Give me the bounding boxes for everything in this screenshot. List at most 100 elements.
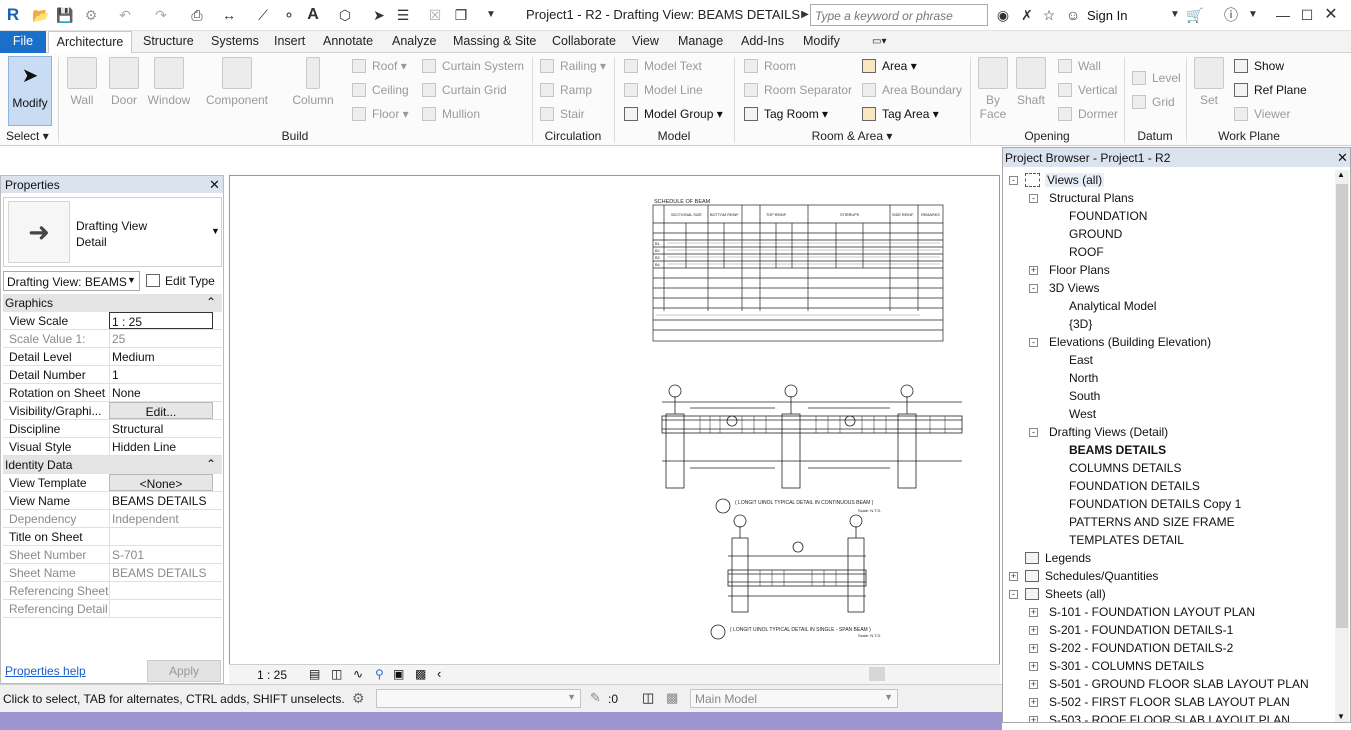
tab-architecture[interactable]: Architecture [48, 31, 132, 54]
property-value[interactable]: <None> [109, 474, 213, 491]
tag-icon[interactable]: ⚬ [280, 6, 298, 24]
browser-group-item[interactable]: Sheets (all) [1045, 587, 1106, 601]
property-value[interactable]: BEAMS DETAILS [109, 564, 213, 581]
expand-toggle-icon[interactable]: + [1029, 266, 1038, 275]
tab-add-ins[interactable]: Add-Ins [741, 31, 784, 53]
property-row[interactable]: Discipline Structural [3, 420, 222, 438]
ribbon-toggle-icon[interactable]: ▭▾ [872, 31, 886, 53]
redo-icon[interactable]: ↷ [152, 6, 170, 24]
aligned-dimension-icon[interactable]: ⟋ [254, 6, 272, 24]
select-panel-dropdown[interactable]: Select ▾ [6, 129, 56, 143]
sign-in-link[interactable]: Sign In [1087, 8, 1127, 23]
mullion-button[interactable]: Mullion [422, 107, 480, 121]
property-value[interactable]: 1 [109, 366, 213, 383]
browser-group-item[interactable]: Elevations (Building Elevation) [1049, 335, 1211, 349]
property-row[interactable]: Visual Style Hidden Line [3, 438, 222, 456]
property-row[interactable]: Referencing Sheet [3, 582, 222, 600]
collapse-toggle-icon[interactable]: - [1029, 284, 1038, 293]
expand-toggle-icon[interactable]: + [1009, 572, 1018, 581]
design-options-icon[interactable]: ▩ [666, 690, 678, 706]
binoculars-icon[interactable]: ◉ [994, 6, 1012, 24]
browser-group-item[interactable]: Drafting Views (Detail) [1049, 425, 1168, 439]
browser-group-item[interactable]: S-501 - GROUND FLOOR SLAB LAYOUT PLAN [1049, 677, 1309, 691]
crop-view-icon[interactable]: ▣ [393, 667, 404, 681]
browser-view-item[interactable]: Analytical Model [1069, 299, 1156, 313]
property-value[interactable] [109, 528, 213, 545]
sign-in-dropdown-icon[interactable]: ▼ [1166, 6, 1184, 24]
type-selector[interactable]: ➜ Drafting View Detail ▼ [3, 197, 222, 267]
close-properties-icon[interactable]: ✕ [209, 177, 220, 193]
ref-plane-button[interactable]: Ref Plane [1234, 83, 1307, 97]
browser-view-item[interactable]: FOUNDATION DETAILS Copy 1 [1069, 497, 1241, 511]
browser-group-item[interactable]: S-202 - FOUNDATION DETAILS-2 [1049, 641, 1233, 655]
curtain-grid-button[interactable]: Curtain Grid [422, 83, 507, 97]
property-value[interactable]: 1 : 25 [109, 312, 213, 329]
close-icon[interactable]: ✕ [1322, 6, 1340, 24]
browser-group-item[interactable]: Legends [1045, 551, 1091, 565]
expand-toggle-icon[interactable]: + [1029, 608, 1038, 617]
section-icon[interactable]: ➤ [370, 6, 388, 24]
vertical-opening-button[interactable]: Vertical [1058, 83, 1117, 97]
dormer-button[interactable]: Dormer [1058, 107, 1118, 121]
horizontal-scroll-thumb[interactable] [869, 667, 885, 681]
property-value[interactable]: Medium [109, 348, 213, 365]
tab-massing-site[interactable]: Massing & Site [453, 31, 536, 53]
column-button[interactable]: Column [290, 57, 336, 107]
browser-view-item[interactable]: East [1069, 353, 1093, 367]
view-scale-control[interactable]: 1 : 25 [257, 668, 287, 682]
room-button[interactable]: Room [744, 59, 796, 73]
filter-icon[interactable]: ◫ [642, 690, 654, 706]
subscription-icon[interactable]: ✗ [1018, 6, 1036, 24]
browser-view-item[interactable]: South [1069, 389, 1100, 403]
visual-style-icon[interactable]: ◫ [331, 667, 342, 681]
tab-file[interactable]: File [0, 31, 46, 53]
ramp-button[interactable]: Ramp [540, 83, 592, 97]
property-value[interactable]: Independent [109, 510, 213, 527]
model-text-button[interactable]: Model Text [624, 59, 702, 73]
roof-button[interactable]: Roof ▾ [352, 59, 407, 73]
3d-view-icon[interactable]: ⬡ [336, 6, 354, 24]
measure-icon[interactable]: ↔ [220, 6, 238, 24]
tab-annotate[interactable]: Annotate [323, 31, 373, 53]
browser-group-item[interactable]: 3D Views [1049, 281, 1099, 295]
property-row[interactable]: Dependency Independent [3, 510, 222, 528]
property-row[interactable]: Sheet Number S-701 [3, 546, 222, 564]
property-row[interactable]: Detail Number 1 [3, 366, 222, 384]
property-value[interactable]: Structural [109, 420, 213, 437]
scroll-up-icon[interactable]: ▲ [1337, 170, 1345, 179]
browser-group-item[interactable]: S-502 - FIRST FLOOR SLAB LAYOUT PLAN [1049, 695, 1290, 709]
save-icon[interactable]: 💾 [56, 6, 74, 24]
apply-button[interactable]: Apply [147, 660, 221, 682]
tab-systems[interactable]: Systems [211, 31, 259, 53]
door-button[interactable]: Door [108, 57, 140, 107]
text-icon[interactable]: A [304, 6, 322, 24]
tab-manage[interactable]: Manage [678, 31, 723, 53]
scroll-left-icon[interactable]: ‹ [437, 666, 441, 681]
expand-toggle-icon[interactable]: + [1029, 698, 1038, 707]
graphics-group[interactable]: Graphics ⌃ [3, 294, 222, 312]
design-option-dropdown[interactable]: Main Model ▼ [690, 689, 898, 708]
wall-button[interactable]: Wall [66, 57, 98, 107]
print-icon[interactable]: ⎙ [188, 6, 206, 24]
curtain-system-button[interactable]: Curtain System [422, 59, 524, 73]
browser-group-item[interactable]: Floor Plans [1049, 263, 1110, 277]
browser-view-item[interactable]: BEAMS DETAILS [1069, 443, 1166, 457]
wall-opening-button[interactable]: Wall [1058, 59, 1101, 73]
room-area-panel-dropdown[interactable]: Room & Area ▾ [734, 129, 970, 143]
temporary-hide-icon[interactable]: ∿ [353, 667, 363, 681]
railing-button[interactable]: Railing ▾ [540, 59, 606, 73]
collapse-toggle-icon[interactable]: - [1029, 194, 1038, 203]
property-row[interactable]: Detail Level Medium [3, 348, 222, 366]
collapse-toggle-icon[interactable]: - [1029, 428, 1038, 437]
expand-toggle-icon[interactable]: + [1029, 680, 1038, 689]
level-button[interactable]: Level [1132, 71, 1181, 85]
help-dropdown-icon[interactable]: ▼ [1244, 6, 1262, 24]
revit-logo-icon[interactable]: R [4, 6, 22, 24]
browser-view-item[interactable]: {3D} [1069, 317, 1092, 331]
property-value[interactable]: Hidden Line [109, 438, 213, 455]
component-button[interactable]: Component [204, 57, 270, 107]
by-face-button[interactable]: By Face [976, 57, 1010, 121]
ceiling-button[interactable]: Ceiling [352, 83, 409, 97]
reveal-hidden-icon[interactable]: ⚲ [375, 667, 384, 681]
property-value[interactable]: S-701 [109, 546, 213, 563]
